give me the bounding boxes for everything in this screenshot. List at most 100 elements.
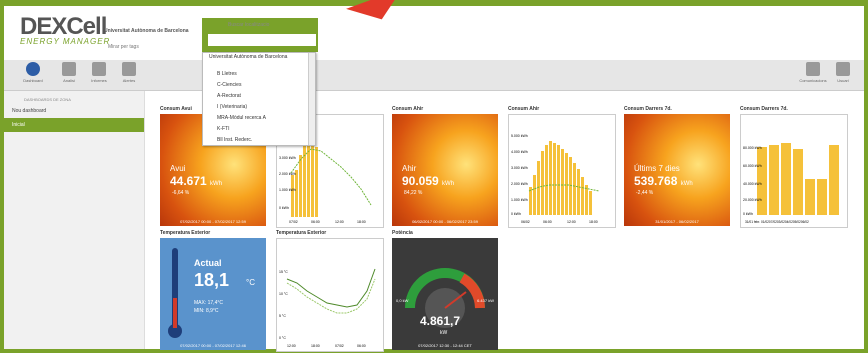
dropdown-item[interactable]: C-Ciencies (203, 80, 315, 91)
card-title: Consum Darrers 7d. (740, 106, 788, 112)
bar (577, 169, 580, 215)
card-temperatura[interactable]: Temperatura Exterior Actual 18,1 °C MAX:… (160, 230, 266, 350)
card-consum-darrers[interactable]: Consum Darrers 7d. Últims 7 dies 539.768… (624, 106, 730, 226)
power-date-range: 07/02/2017 12:30 - 12:44 CET (418, 343, 472, 348)
dropdown-scrollbar[interactable] (308, 53, 315, 145)
kpi-date-range: 31/01/2017 - 06/02/2017 (655, 219, 699, 224)
toolbar-dashboard[interactable]: Dashboard (20, 62, 46, 83)
toolbar-analisi[interactable]: Analisi (56, 62, 82, 83)
dropdown-item[interactable]: Bll Inst. Rederc. (203, 135, 315, 146)
chart-icon (62, 62, 76, 76)
bar (533, 175, 536, 215)
bar (817, 179, 827, 215)
y-tick: 60.000 kWh (743, 164, 762, 168)
y-tick: 0 kWh (279, 206, 289, 210)
x-tick: 07/02 (335, 344, 344, 348)
kpi-change: 84,22 % (404, 190, 423, 196)
bar (541, 151, 544, 215)
kpi-tile: Ahir 90.059 kWh 84,22 % 06/02/2017 00:00… (392, 114, 498, 226)
temp-label: Actual (194, 258, 222, 268)
dropdown-item[interactable]: B Lletres (203, 69, 315, 80)
temp-chart-svg: 15 °C 10 °C 5 °C 0 °C 12:00 18:00 07/02 … (279, 268, 376, 348)
card-consum-ahir[interactable]: Consum Ahir Ahir 90.059 kWh 84,22 % 06/0… (392, 106, 498, 226)
dropdown-item[interactable]: A-Rectorat (203, 91, 315, 102)
x-tick: 18:00 (311, 344, 320, 348)
power-tile: 0,0 kW 6.437 kW 4.861,7 kW 07/02/2017 12… (392, 238, 498, 350)
bar (561, 149, 564, 215)
temp-reference-line (286, 278, 376, 314)
x-tick: 06/02 (521, 220, 530, 224)
logo-subtitle: ENERGY MANAGER (20, 37, 111, 46)
y-tick: 40.000 kWh (743, 182, 762, 186)
toolbar-usuari[interactable]: Usuari (830, 62, 856, 83)
chart-tile: 80.000 kWh 60.000 kWh 40.000 kWh 20.000 … (740, 114, 848, 228)
bar (307, 141, 310, 217)
header: DEXCell ENERGY MANAGER Universitat Autòn… (4, 6, 864, 60)
card-title: Temperatura Exterior (160, 230, 211, 236)
bar (565, 153, 568, 215)
bar (573, 163, 576, 215)
logo[interactable]: DEXCell ENERGY MANAGER (20, 13, 111, 47)
toolbar-label: Usuari (837, 78, 849, 83)
y-tick: 20.000 kWh (743, 198, 762, 202)
toolbar-informes[interactable]: Informes (86, 62, 112, 83)
kpi-change: -6,64 % (172, 190, 190, 196)
kpi-value: 90.059 kWh (402, 174, 454, 188)
kpi-tile: Últims 7 dies 539.768 kWh -2,44 % 31/01/… (624, 114, 730, 226)
y-tick: 0 kWh (511, 212, 521, 216)
card-title: Consum Avui (160, 106, 192, 112)
ahir-chart-svg: 5.000 kWh 4.000 kWh 3.000 kWh 2.000 kWh … (511, 134, 600, 224)
location-dropdown[interactable]: Universitat Autònoma de Barcelona B Llet… (202, 52, 316, 146)
sidebar-item-new-dashboard[interactable]: Nou dashboard (4, 104, 144, 118)
x-ticks: 31/01 febr. 01/0207/0203/0204/0205/0206/… (745, 220, 809, 224)
toolbar-alertes[interactable]: Alertes (116, 62, 142, 83)
toolbar-label: Comunicacions (799, 78, 827, 83)
tags-link[interactable]: Mirar per tags (108, 44, 139, 50)
kpi-number: 44.671 (170, 174, 207, 188)
y-tick: 5.000 kWh (511, 134, 528, 138)
bar (557, 145, 560, 215)
card-consum-avui[interactable]: Consum Avui Avui 44.671 kWh -6,64 % 07/0… (160, 106, 266, 226)
y-tick: 3.000 kWh (279, 156, 296, 160)
sidebar-item-inicial[interactable]: Inicial (4, 118, 144, 132)
x-tick: 18:00 (357, 220, 366, 224)
power-unit: kW (440, 330, 448, 336)
card-title: Temperatura Exterior (276, 230, 327, 236)
dropdown-item[interactable]: MRA-Mòdul recerca A (203, 113, 315, 124)
y-tick: 2.000 kWh (511, 182, 528, 186)
search-input[interactable] (208, 34, 316, 46)
bar (793, 149, 803, 215)
bell-icon (122, 62, 136, 76)
card-darrers-chart[interactable]: Consum Darrers 7d. 80.000 kWh 60.000 kWh… (740, 106, 848, 228)
bar (553, 143, 556, 215)
x-tick: 12:00 (287, 344, 296, 348)
kpi-number: 90.059 (402, 174, 439, 188)
toolbar-label: Analisi (63, 78, 75, 83)
report-icon (92, 62, 106, 76)
y-tick: 2.000 kWh (279, 172, 296, 176)
card-potencia[interactable]: Potència 0,0 kW 6.437 kW 4.861,7 kW 07/0… (392, 230, 498, 350)
sidebar: DASHBOARDS DE ZONA Nou dashboard Inicial (4, 91, 145, 349)
organization-name: Universitat Autònoma de Barcelona (104, 28, 189, 34)
y-tick: 1.000 kWh (511, 198, 528, 202)
bar (299, 155, 302, 217)
card-title: Consum Ahir (508, 106, 540, 112)
card-temp-chart[interactable]: Temperatura Exterior 15 °C 10 °C 5 °C 0 … (276, 230, 384, 352)
dropdown-item[interactable]: K-FTI (203, 124, 315, 135)
megaphone-icon (806, 62, 820, 76)
bar (549, 141, 552, 215)
kpi-label: Ahir (402, 164, 417, 173)
temp-unit: °C (246, 278, 255, 287)
card-ahir-chart[interactable]: Consum Ahir 5.000 kWh 4.000 kWh 3.000 kW… (508, 106, 616, 228)
dropdown-item[interactable]: Universitat Autònoma de Barcelona (203, 53, 315, 69)
toolbar-comunicacions[interactable]: Comunicacions (796, 62, 830, 83)
logo-text: DEXCell (20, 13, 107, 40)
chart-tile: 15 °C 10 °C 5 °C 0 °C 12:00 18:00 07/02 … (276, 238, 384, 352)
gauge-max: 6.437 kW (477, 298, 494, 303)
dropdown-item[interactable]: I (Veterinaria) (203, 102, 315, 113)
bar (291, 175, 294, 217)
x-tick: 12:00 (567, 220, 576, 224)
x-tick: 06:00 (311, 220, 320, 224)
kpi-date-range: 07/02/2017 00:00 - 07/02/2017 12:59 (180, 219, 246, 224)
gauge-min: 0,0 kW (396, 298, 409, 303)
